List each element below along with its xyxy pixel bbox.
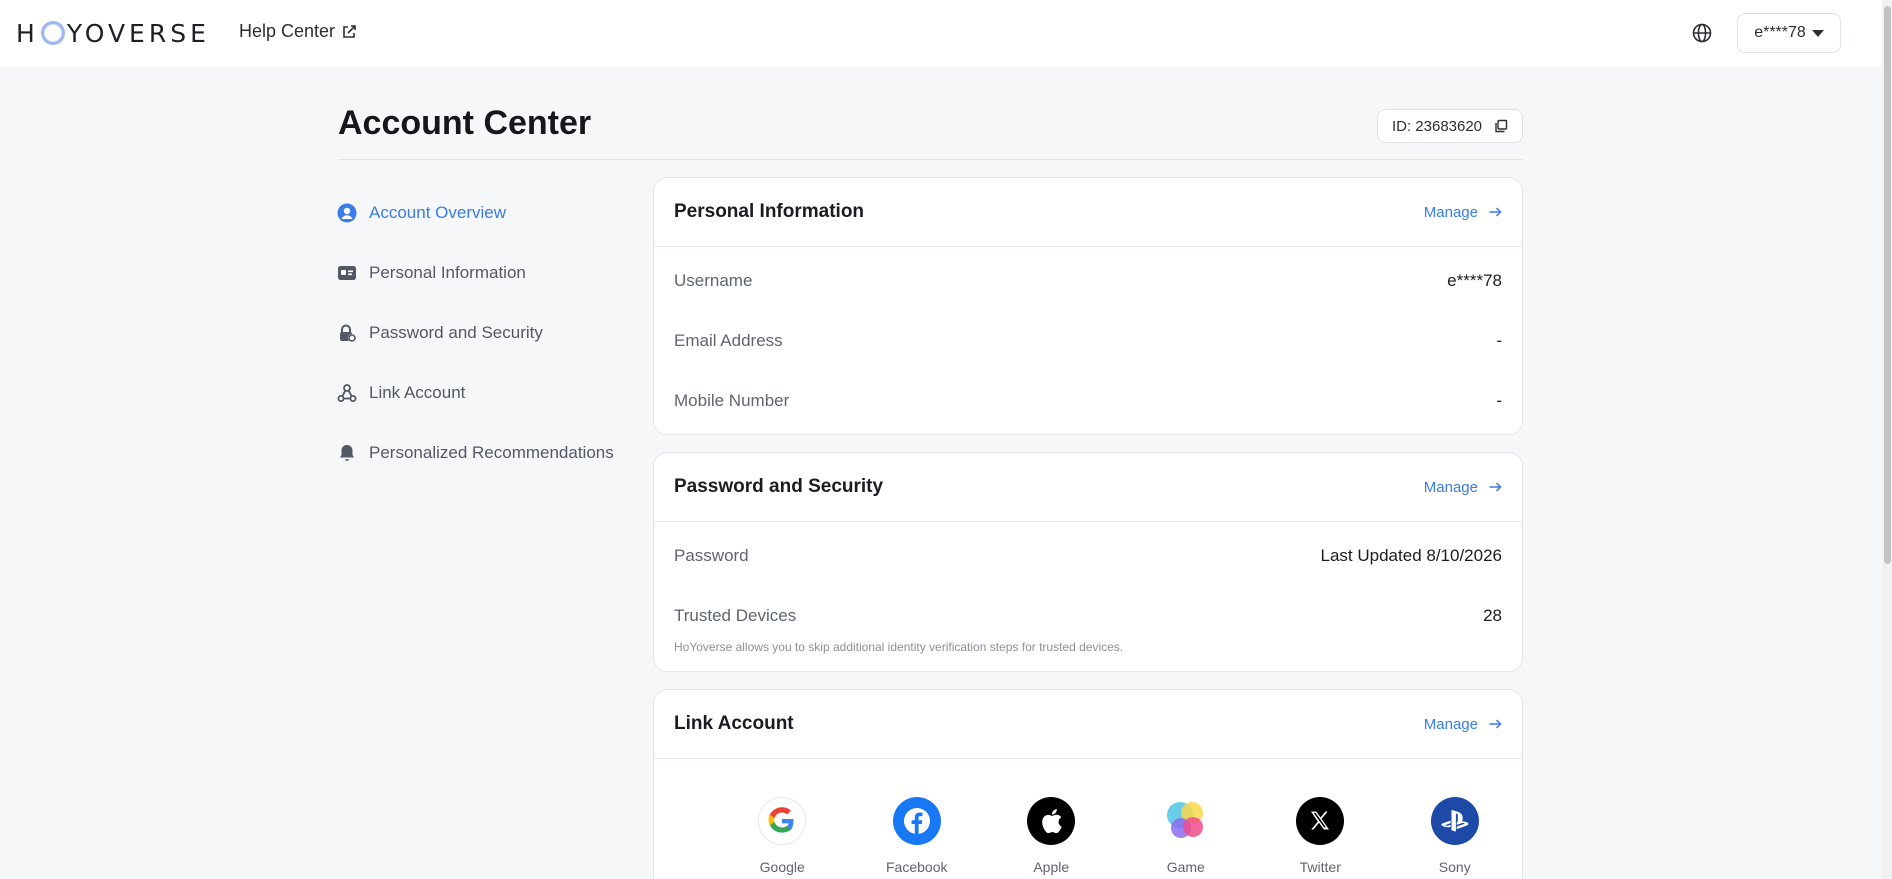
link-name: Twitter xyxy=(1299,859,1341,875)
card-header: Password and Security Manage xyxy=(654,453,1522,522)
link-sony[interactable]: Sony xyxy=(1388,797,1523,875)
nav-item-account-overview[interactable]: Account Overview xyxy=(337,183,627,243)
trusted-devices-note: HoYoverse allows you to skip additional … xyxy=(674,640,1124,654)
link-name: Google xyxy=(759,859,805,875)
card-header: Link Account Manage xyxy=(654,690,1522,759)
row-value: - xyxy=(1496,391,1502,410)
nav-item-link-account[interactable]: Link Account xyxy=(337,363,627,423)
manage-link-button[interactable]: Manage xyxy=(1424,716,1502,733)
x-twitter-icon xyxy=(1296,797,1345,845)
link-google[interactable]: Google xyxy=(715,797,850,875)
arrow-right-icon xyxy=(1489,719,1502,729)
link-account-card: Link Account Manage Google Facebook Appl… xyxy=(653,689,1523,879)
user-circle-icon xyxy=(337,203,357,223)
help-center-link[interactable]: Help Center xyxy=(239,21,357,42)
username-row: Username e****78 xyxy=(654,251,1522,311)
link-name: Apple xyxy=(1033,859,1070,875)
row-label: Mobile Number xyxy=(674,391,790,410)
apple-icon xyxy=(1027,797,1076,845)
nav-item-label: Link Account xyxy=(369,383,466,402)
row-label: Password xyxy=(674,546,749,565)
account-id-label: ID: 23683620 xyxy=(1391,117,1483,135)
nav-item-label: Password and Security xyxy=(369,323,543,342)
card-title: Personal Information xyxy=(674,201,865,222)
playstation-icon xyxy=(1430,797,1479,845)
card-title: Link Account xyxy=(674,713,794,734)
nav-item-personal-information[interactable]: Personal Information xyxy=(337,243,627,303)
id-card-icon xyxy=(337,263,357,283)
external-link-icon xyxy=(343,24,356,38)
nav-item-label: Personalized Recommendations xyxy=(369,443,614,462)
user-name: e****78 xyxy=(1754,24,1806,41)
password-row: Password Last Updated 8/10/2026 xyxy=(654,526,1522,586)
copy-icon xyxy=(1495,119,1508,133)
row-value: - xyxy=(1496,331,1502,350)
card-header: Personal Information Manage xyxy=(654,178,1522,247)
manage-label: Manage xyxy=(1423,478,1478,496)
caret-down-icon xyxy=(1811,29,1824,37)
link-apple[interactable]: Apple xyxy=(984,797,1119,875)
nav-item-password-security[interactable]: Password and Security xyxy=(337,303,627,363)
arrow-right-icon xyxy=(1489,482,1502,492)
link-name: Sony xyxy=(1438,859,1471,875)
globe-icon[interactable] xyxy=(1690,21,1714,45)
row-label: Email Address xyxy=(674,331,783,350)
bell-icon xyxy=(337,443,357,463)
link-name: Game xyxy=(1166,859,1205,875)
page-title: Account Center xyxy=(338,104,592,142)
row-label: Trusted Devices xyxy=(674,606,797,625)
hoyoverse-logo[interactable]: H YOVERSE xyxy=(16,18,210,48)
row-value: e****78 xyxy=(1447,271,1502,290)
side-nav: Account Overview Personal Information Pa… xyxy=(337,183,627,483)
link-nodes-icon xyxy=(337,383,357,403)
google-icon xyxy=(758,797,807,845)
user-menu-button[interactable]: e****78 xyxy=(1737,13,1841,53)
arrow-right-icon xyxy=(1489,207,1502,217)
linked-accounts-list: Google Facebook Apple Game Twitter Sony xyxy=(654,759,1522,875)
help-center-label: Help Center xyxy=(239,21,336,41)
row-value: Last Updated 8/10/2026 xyxy=(1320,546,1502,565)
link-twitter[interactable]: Twitter xyxy=(1253,797,1388,875)
manage-personal-button[interactable]: Manage xyxy=(1424,204,1502,221)
link-facebook[interactable]: Facebook xyxy=(850,797,985,875)
lock-shield-icon xyxy=(337,323,357,343)
top-bar: H YOVERSE Help Center e****78 xyxy=(0,0,1892,67)
page-scrollbar[interactable] xyxy=(1882,0,1892,879)
mobile-row: Mobile Number - xyxy=(654,371,1522,431)
facebook-icon xyxy=(892,797,941,845)
row-value: 28 xyxy=(1483,606,1502,625)
personal-information-card: Personal Information Manage Username e**… xyxy=(653,177,1523,435)
account-id-copy[interactable]: ID: 23683620 xyxy=(1377,109,1523,143)
email-row: Email Address - xyxy=(654,311,1522,371)
link-game-center[interactable]: Game xyxy=(1119,797,1254,875)
scrollbar-thumb[interactable] xyxy=(1884,6,1891,564)
card-title: Password and Security xyxy=(674,476,884,497)
nav-item-personalized-recommendations[interactable]: Personalized Recommendations xyxy=(337,423,627,483)
nav-item-label: Personal Information xyxy=(369,263,526,282)
row-label: Username xyxy=(674,271,753,290)
manage-label: Manage xyxy=(1423,715,1478,733)
nav-item-label: Account Overview xyxy=(369,203,506,222)
game-center-icon xyxy=(1162,797,1210,845)
manage-security-button[interactable]: Manage xyxy=(1424,479,1502,496)
header-divider xyxy=(338,159,1523,160)
password-security-card: Password and Security Manage Password La… xyxy=(653,452,1523,672)
manage-label: Manage xyxy=(1423,203,1478,221)
trusted-devices-row: Trusted Devices 28 xyxy=(654,586,1522,646)
link-name: Facebook xyxy=(886,859,948,875)
